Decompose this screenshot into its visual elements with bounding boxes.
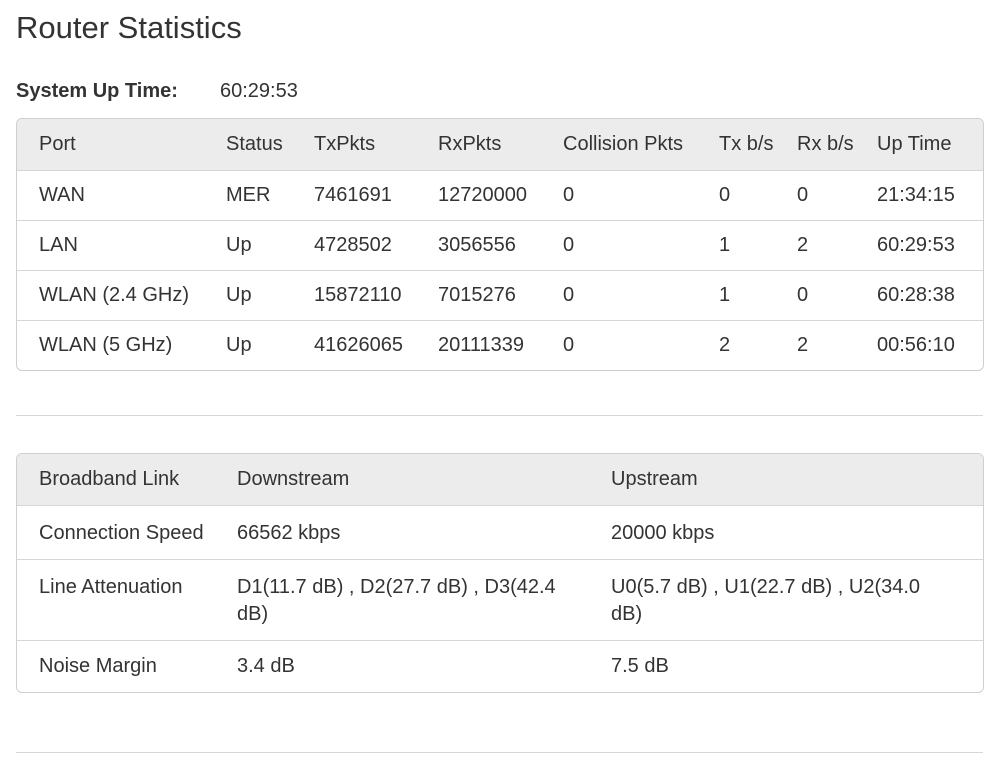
col-header-rx-bps: Rx b/s [797, 133, 854, 155]
cell-downstream: D1(11.7 dB) , D2(27.7 dB) , D3(42.4 dB) [237, 576, 556, 625]
col-header-rxpkts: RxPkts [438, 133, 502, 155]
table-row: Connection Speed 66562 kbps 20000 kbps [17, 505, 983, 560]
cell-tx-bps: 0 [719, 184, 731, 206]
cell-tx-bps: 1 [719, 234, 731, 256]
cell-downstream: 3.4 dB [237, 655, 295, 677]
col-header-downstream: Downstream [237, 468, 350, 490]
col-header-up-time: Up Time [877, 133, 952, 155]
cell-rx-bps: 0 [797, 184, 809, 206]
cell-port: WLAN (2.4 GHz) [39, 284, 190, 306]
cell-upstream: 7.5 dB [611, 655, 669, 677]
cell-port: WAN [39, 184, 85, 206]
broadband-link-card: Broadband Link Downstream Upstream Conne… [16, 453, 984, 693]
section-divider [16, 415, 983, 416]
cell-collision-pkts: 0 [563, 234, 575, 256]
cell-rxpkts: 12720000 [438, 184, 527, 206]
cell-metric-label: Connection Speed [39, 522, 204, 544]
table-row: LAN Up 4728502 3056556 0 1 2 60:29:53 [17, 220, 983, 271]
system-uptime-row: System Up Time: 60:29:53 [16, 77, 298, 105]
cell-rx-bps: 2 [797, 234, 809, 256]
cell-status: Up [226, 234, 252, 256]
col-header-txpkts: TxPkts [314, 133, 376, 155]
table-row: WAN MER 7461691 12720000 0 0 0 21:34:15 [17, 170, 983, 221]
broadband-link-table: Broadband Link Downstream Upstream Conne… [17, 454, 983, 692]
port-statistics-card: Port Status TxPkts RxPkts Collision Pkts… [16, 118, 984, 371]
system-uptime-value: 60:29:53 [220, 79, 298, 102]
section-divider [16, 752, 983, 753]
cell-tx-bps: 2 [719, 334, 731, 356]
col-header-collision-pkts: Collision Pkts [563, 133, 684, 155]
cell-up-time: 60:28:38 [877, 284, 955, 306]
cell-txpkts: 15872110 [314, 284, 402, 306]
cell-upstream: U0(5.7 dB) , U1(22.7 dB) , U2(34.0 dB) [611, 576, 921, 625]
cell-collision-pkts: 0 [563, 284, 575, 306]
cell-metric-label: Noise Margin [39, 655, 157, 677]
cell-downstream: 66562 kbps [237, 522, 341, 544]
cell-rx-bps: 0 [797, 284, 809, 306]
cell-status: MER [226, 184, 271, 206]
cell-up-time: 21:34:15 [877, 184, 955, 206]
cell-metric-label: Line Attenuation [39, 576, 183, 598]
cell-txpkts: 4728502 [314, 234, 392, 256]
table-row: Line Attenuation D1(11.7 dB) , D2(27.7 d… [17, 559, 983, 641]
col-header-tx-bps: Tx b/s [719, 133, 774, 155]
col-header-status: Status [226, 133, 283, 155]
cell-collision-pkts: 0 [563, 184, 575, 206]
cell-status: Up [226, 284, 252, 306]
col-header-port: Port [39, 133, 76, 155]
cell-tx-bps: 1 [719, 284, 731, 306]
port-table-header-row: Port Status TxPkts RxPkts Collision Pkts… [17, 119, 983, 171]
cell-txpkts: 41626065 [314, 334, 403, 356]
col-header-broadband-link: Broadband Link [39, 468, 180, 490]
cell-up-time: 60:29:53 [877, 234, 955, 256]
cell-rx-bps: 2 [797, 334, 809, 356]
broadband-table-header-row: Broadband Link Downstream Upstream [17, 454, 983, 506]
table-row: WLAN (2.4 GHz) Up 15872110 7015276 0 1 0… [17, 270, 983, 321]
page-title: Router Statistics [16, 10, 242, 45]
table-row: Noise Margin 3.4 dB 7.5 dB [17, 640, 983, 693]
table-row: WLAN (5 GHz) Up 41626065 20111339 0 2 2 … [17, 320, 983, 371]
cell-port: LAN [39, 234, 78, 256]
port-statistics-table: Port Status TxPkts RxPkts Collision Pkts… [17, 119, 983, 370]
cell-rxpkts: 7015276 [438, 284, 516, 306]
cell-txpkts: 7461691 [314, 184, 392, 206]
cell-upstream: 20000 kbps [611, 522, 715, 544]
col-header-upstream: Upstream [611, 468, 698, 490]
cell-rxpkts: 3056556 [438, 234, 516, 256]
cell-collision-pkts: 0 [563, 334, 575, 356]
cell-port: WLAN (5 GHz) [39, 334, 173, 356]
cell-status: Up [226, 334, 252, 356]
system-uptime-label: System Up Time: [16, 79, 178, 102]
cell-rxpkts: 20111339 [438, 334, 525, 356]
cell-up-time: 00:56:10 [877, 334, 955, 356]
